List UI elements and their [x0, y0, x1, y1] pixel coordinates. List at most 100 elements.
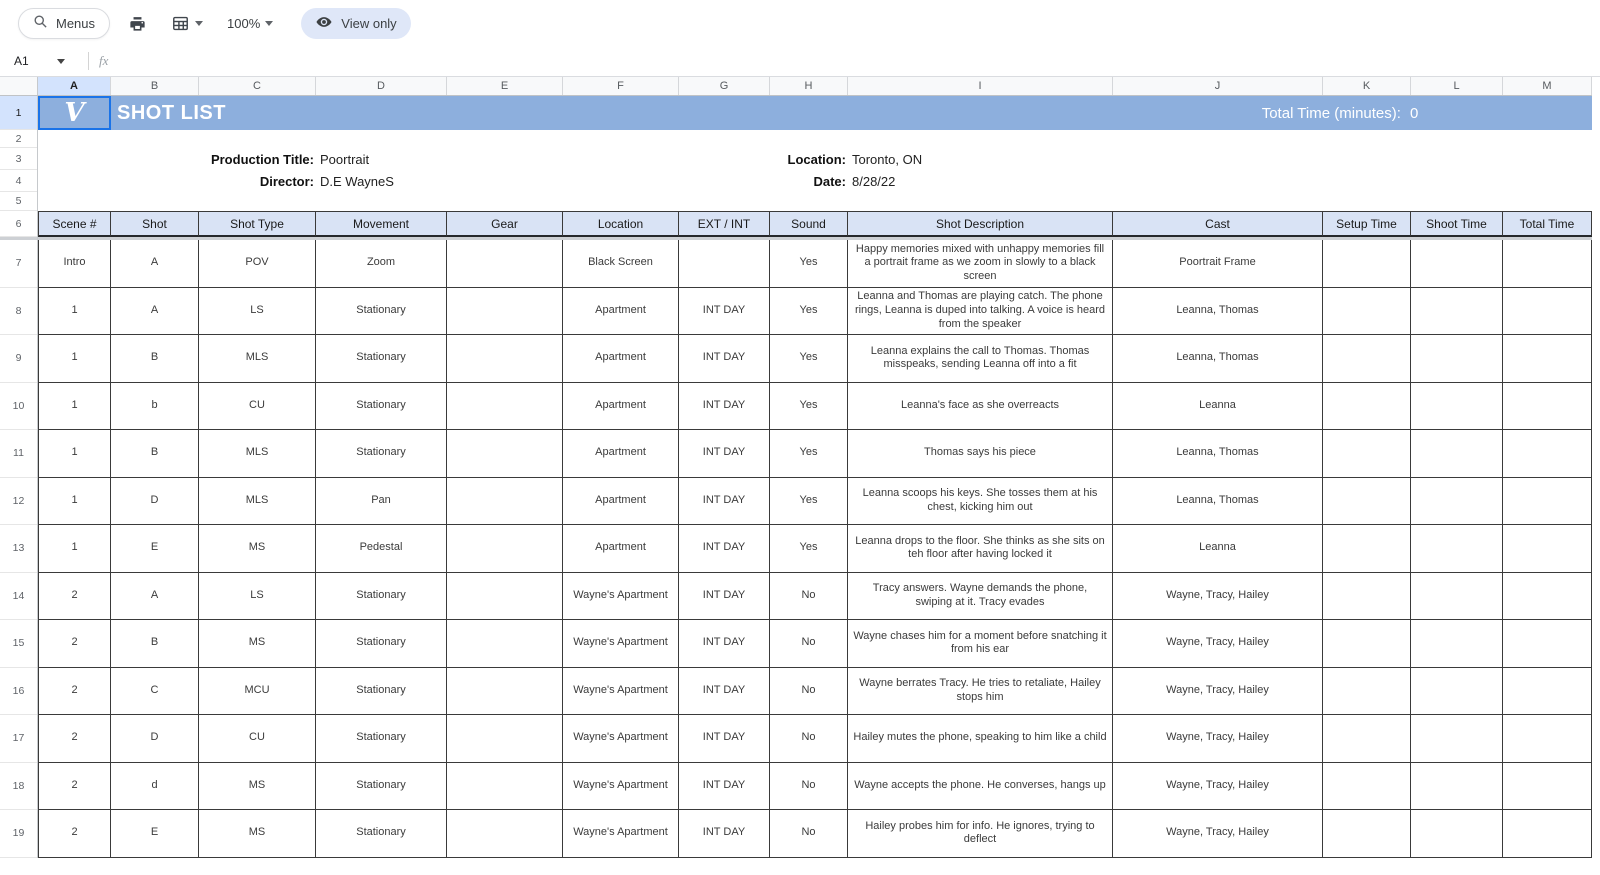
cell-G17[interactable]: INT DAY [679, 715, 770, 763]
cell-M11[interactable] [1503, 430, 1592, 478]
cell-F17[interactable]: Wayne's Apartment [563, 715, 679, 763]
cell-G18[interactable]: INT DAY [679, 763, 770, 811]
cell-E12[interactable] [447, 478, 563, 526]
cell-L11[interactable] [1411, 430, 1503, 478]
cell-J15[interactable]: Wayne, Tracy, Hailey [1113, 620, 1323, 668]
cell-L8[interactable] [1411, 288, 1503, 336]
cell-C13[interactable]: MS [199, 525, 316, 573]
cell-H19[interactable]: No [770, 810, 848, 858]
cell-L14[interactable] [1411, 573, 1503, 621]
cell-J16[interactable]: Wayne, Tracy, Hailey [1113, 668, 1323, 716]
formula-input[interactable] [118, 46, 1600, 76]
table-header-total-time[interactable]: Total Time [1503, 211, 1592, 237]
cell-B19[interactable]: E [111, 810, 199, 858]
cell-G9[interactable]: INT DAY [679, 335, 770, 383]
cell-G10[interactable]: INT DAY [679, 383, 770, 431]
cell-B14[interactable]: A [111, 573, 199, 621]
cell-M17[interactable] [1503, 715, 1592, 763]
table-header-setup-time[interactable]: Setup Time [1323, 211, 1411, 237]
cell-H14[interactable]: No [770, 573, 848, 621]
title-banner-row[interactable]: V SHOT LIST Total Time (minutes): 0 [38, 96, 1592, 130]
row-header-2[interactable]: 2 [0, 130, 37, 148]
cell-F18[interactable]: Wayne's Apartment [563, 763, 679, 811]
cell-K18[interactable] [1323, 763, 1411, 811]
cell-C9[interactable]: MLS [199, 335, 316, 383]
cell-K9[interactable] [1323, 335, 1411, 383]
cell-L12[interactable] [1411, 478, 1503, 526]
cell-I12[interactable]: Leanna scoops his keys. She tosses them … [848, 478, 1113, 526]
cell-M13[interactable] [1503, 525, 1592, 573]
cell-A8[interactable]: 1 [38, 288, 111, 336]
cell-E13[interactable] [447, 525, 563, 573]
row-header-13[interactable]: 13 [0, 525, 37, 573]
cell-J9[interactable]: Leanna, Thomas [1113, 335, 1323, 383]
cell-H15[interactable]: No [770, 620, 848, 668]
cell-E19[interactable] [447, 810, 563, 858]
cell-M7[interactable] [1503, 240, 1592, 288]
cell-K13[interactable] [1323, 525, 1411, 573]
cell-E10[interactable] [447, 383, 563, 431]
table-header-cast[interactable]: Cast [1113, 211, 1323, 237]
column-header-L[interactable]: L [1411, 77, 1503, 95]
cell-E11[interactable] [447, 430, 563, 478]
cell-I18[interactable]: Wayne accepts the phone. He converses, h… [848, 763, 1113, 811]
cell-B13[interactable]: E [111, 525, 199, 573]
cell-K8[interactable] [1323, 288, 1411, 336]
cell-K19[interactable] [1323, 810, 1411, 858]
row-header-5[interactable]: 5 [0, 192, 37, 211]
cell-H13[interactable]: Yes [770, 525, 848, 573]
cell-A13[interactable]: 1 [38, 525, 111, 573]
cell-C11[interactable]: MLS [199, 430, 316, 478]
cell-L10[interactable] [1411, 383, 1503, 431]
cell-C15[interactable]: MS [199, 620, 316, 668]
cell-F13[interactable]: Apartment [563, 525, 679, 573]
cell-B18[interactable]: d [111, 763, 199, 811]
column-header-A[interactable]: A [38, 77, 111, 95]
cell-A14[interactable]: 2 [38, 573, 111, 621]
table-header-ext-int[interactable]: EXT / INT [679, 211, 770, 237]
cell-I16[interactable]: Wayne berrates Tracy. He tries to retali… [848, 668, 1113, 716]
cell-M16[interactable] [1503, 668, 1592, 716]
cell-C10[interactable]: CU [199, 383, 316, 431]
column-header-B[interactable]: B [111, 77, 199, 95]
cell-I14[interactable]: Tracy answers. Wayne demands the phone, … [848, 573, 1113, 621]
cell-D16[interactable]: Stationary [316, 668, 447, 716]
cell-A10[interactable]: 1 [38, 383, 111, 431]
cell-L16[interactable] [1411, 668, 1503, 716]
row-header-11[interactable]: 11 [0, 430, 37, 478]
info-row-2[interactable]: Director: D.E WayneS Date: 8/28/22 [38, 170, 1592, 192]
cell-J19[interactable]: Wayne, Tracy, Hailey [1113, 810, 1323, 858]
cell-J13[interactable]: Leanna [1113, 525, 1323, 573]
cell-E8[interactable] [447, 288, 563, 336]
cell-M8[interactable] [1503, 288, 1592, 336]
cell-F14[interactable]: Wayne's Apartment [563, 573, 679, 621]
cell-G15[interactable]: INT DAY [679, 620, 770, 668]
cell-H12[interactable]: Yes [770, 478, 848, 526]
table-header-shot[interactable]: Shot [111, 211, 199, 237]
cell-A19[interactable]: 2 [38, 810, 111, 858]
cell-D15[interactable]: Stationary [316, 620, 447, 668]
cell-I17[interactable]: Hailey mutes the phone, speaking to him … [848, 715, 1113, 763]
cell-D8[interactable]: Stationary [316, 288, 447, 336]
cell-F9[interactable]: Apartment [563, 335, 679, 383]
cell-I10[interactable]: Leanna's face as she overreacts [848, 383, 1113, 431]
cell-F16[interactable]: Wayne's Apartment [563, 668, 679, 716]
cell-C16[interactable]: MCU [199, 668, 316, 716]
cell-A17[interactable]: 2 [38, 715, 111, 763]
cell-D18[interactable]: Stationary [316, 763, 447, 811]
row-header-12[interactable]: 12 [0, 478, 37, 526]
cell-I9[interactable]: Leanna explains the call to Thomas. Thom… [848, 335, 1113, 383]
cell-E14[interactable] [447, 573, 563, 621]
cell-G7[interactable] [679, 240, 770, 288]
column-header-K[interactable]: K [1323, 77, 1411, 95]
cell-E7[interactable] [447, 240, 563, 288]
cell-D7[interactable]: Zoom [316, 240, 447, 288]
cell-C19[interactable]: MS [199, 810, 316, 858]
cell-B15[interactable]: B [111, 620, 199, 668]
print-button[interactable] [122, 8, 153, 38]
cell-B10[interactable]: b [111, 383, 199, 431]
row-header-19[interactable]: 19 [0, 810, 37, 858]
row-header-17[interactable]: 17 [0, 715, 37, 763]
cell-C14[interactable]: LS [199, 573, 316, 621]
cell-J18[interactable]: Wayne, Tracy, Hailey [1113, 763, 1323, 811]
